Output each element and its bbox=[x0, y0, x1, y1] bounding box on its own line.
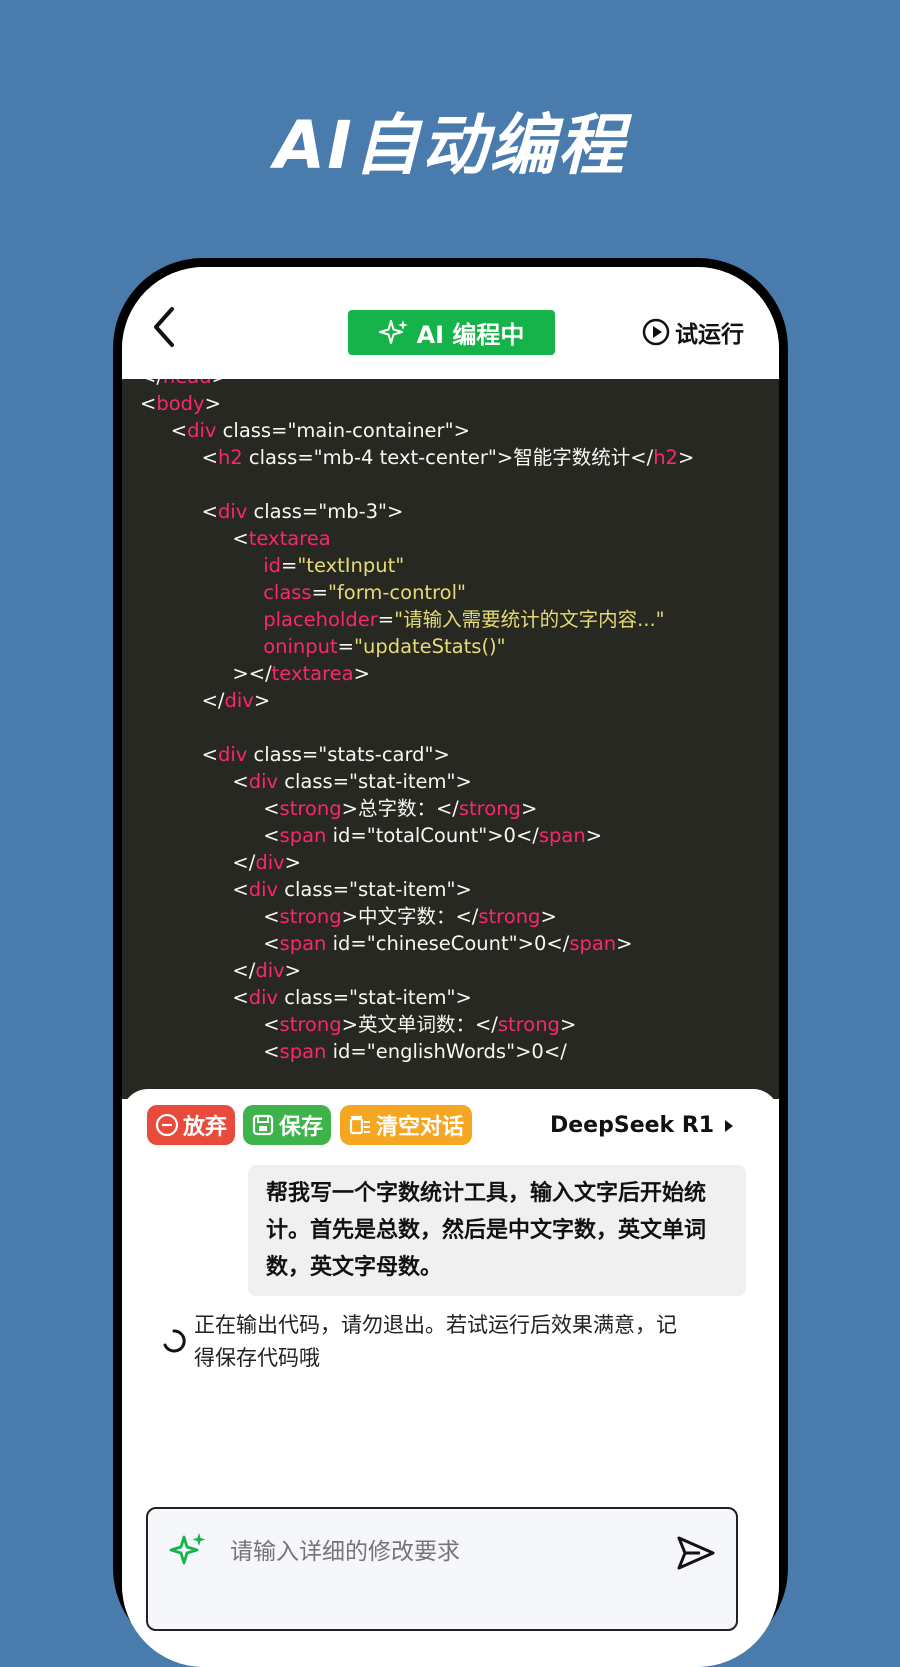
code-line: class="form-control" bbox=[263, 581, 466, 604]
sparkle-icon bbox=[378, 319, 408, 344]
code-line: </div> bbox=[232, 851, 301, 874]
code-line: </div> bbox=[201, 689, 271, 712]
code-line: </div> bbox=[232, 959, 301, 982]
code-line: <div class="stats-card"> bbox=[201, 743, 450, 766]
minus-circle-icon bbox=[155, 1113, 179, 1137]
discard-button[interactable]: 放弃 bbox=[147, 1105, 236, 1145]
code-line: <div class="stat-item"> bbox=[232, 878, 472, 901]
back-button[interactable] bbox=[144, 303, 184, 351]
code-line: id="textInput" bbox=[263, 554, 405, 577]
code-line: <body> bbox=[140, 392, 221, 415]
ai-status-message: 正在输出代码，请勿退出。若试运行后效果满意，记得保存代码哦 bbox=[194, 1313, 677, 1370]
phone-frame: AI 编程中 试运行 </head> <body> <div class="ma… bbox=[113, 258, 788, 1667]
code-line: <textarea bbox=[232, 527, 331, 550]
code-line: <div class="mb-3"> bbox=[201, 500, 404, 523]
code-line: <span id="chineseCount">0</span> bbox=[263, 932, 633, 955]
trial-run-label: 试运行 bbox=[675, 322, 744, 348]
trial-run-button[interactable]: 试运行 bbox=[642, 315, 744, 349]
caret-right-icon bbox=[725, 1119, 734, 1132]
code-line: <strong>总字数：</strong> bbox=[263, 797, 538, 820]
ai-coding-status-badge: AI 编程中 bbox=[348, 310, 555, 355]
code-line: </head> bbox=[140, 379, 228, 390]
code-line: oninput="updateStats()" bbox=[263, 635, 506, 658]
play-circle-icon bbox=[642, 318, 670, 346]
model-selector[interactable]: DeepSeek R1 bbox=[550, 1113, 734, 1138]
code-line: <span id="totalCount">0</span> bbox=[263, 824, 603, 847]
save-label: 保存 bbox=[279, 1115, 324, 1140]
user-message-bubble: 帮我写一个字数统计工具，输入文字后开始统计。首先是总数，然后是中文字数，英文单词… bbox=[248, 1165, 746, 1296]
back-arrow-icon bbox=[154, 307, 174, 347]
code-line: placeholder="请输入需要统计的文字内容..." bbox=[263, 608, 665, 631]
code-line: <div class="stat-item"> bbox=[232, 986, 472, 1009]
code-line: <span id="englishWords">0</ bbox=[263, 1040, 567, 1063]
prompt-input[interactable] bbox=[228, 1529, 652, 1575]
code-line: <div class="stat-item"> bbox=[232, 770, 472, 793]
loading-spinner-icon bbox=[163, 1329, 186, 1353]
code-line: <h2 class="mb-4 text-center">智能字数统计</h2> bbox=[201, 446, 695, 469]
top-bar: AI 编程中 试运行 bbox=[122, 267, 779, 379]
code-content: </head> <body> <div class="main-containe… bbox=[140, 379, 694, 1065]
clear-chat-button[interactable]: 清空对话 bbox=[340, 1105, 473, 1145]
model-name: DeepSeek R1 bbox=[550, 1113, 715, 1138]
sparkle-green-icon bbox=[169, 1533, 206, 1565]
ai-coding-status-label: AI 编程中 bbox=[416, 321, 525, 349]
send-icon[interactable] bbox=[676, 1533, 716, 1573]
clear-list-icon bbox=[349, 1115, 370, 1135]
prompt-input-bar bbox=[146, 1507, 738, 1631]
code-line: <div class="main-container"> bbox=[170, 419, 470, 442]
phone-screen: AI 编程中 试运行 </head> <body> <div class="ma… bbox=[122, 267, 779, 1667]
code-line: <strong>中文字数：</strong> bbox=[263, 905, 557, 928]
discard-label: 放弃 bbox=[183, 1115, 228, 1140]
code-line: <strong>英文单词数：</strong> bbox=[263, 1013, 577, 1036]
clear-chat-label: 清空对话 bbox=[376, 1115, 465, 1140]
code-editor[interactable]: </head> <body> <div class="main-containe… bbox=[122, 379, 779, 1099]
save-disk-icon bbox=[252, 1114, 274, 1136]
code-line: ></textarea> bbox=[232, 662, 370, 685]
hero-title: AI自动编程 bbox=[274, 107, 626, 184]
save-button[interactable]: 保存 bbox=[243, 1105, 332, 1145]
